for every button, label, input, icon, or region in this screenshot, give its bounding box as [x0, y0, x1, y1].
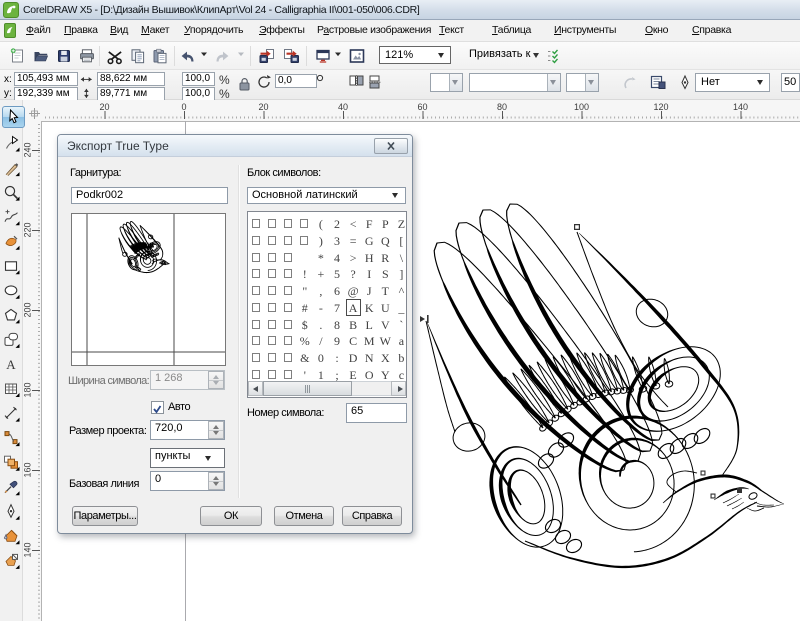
svg-text:120: 120	[653, 102, 668, 112]
svg-text:20: 20	[258, 102, 268, 112]
svg-text:200: 200	[23, 302, 33, 317]
svg-text:180: 180	[23, 382, 33, 397]
svg-text:A: A	[6, 357, 16, 372]
svg-text:140: 140	[733, 102, 748, 112]
svg-text:220: 220	[23, 222, 33, 237]
svg-text:240: 240	[23, 142, 33, 157]
svg-text:60: 60	[417, 102, 427, 112]
svg-text:0: 0	[181, 102, 186, 112]
svg-text:40: 40	[338, 102, 348, 112]
svg-text:140: 140	[23, 542, 33, 557]
svg-text:100: 100	[574, 102, 589, 112]
svg-text:160: 160	[23, 462, 33, 477]
svg-text:80: 80	[497, 102, 507, 112]
svg-text:20: 20	[99, 102, 109, 112]
